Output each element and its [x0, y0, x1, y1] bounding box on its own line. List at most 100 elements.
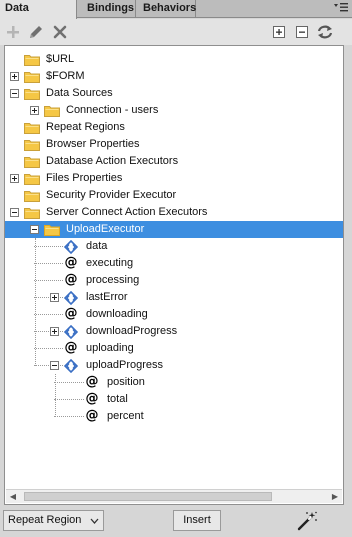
tree-item-label: position	[107, 376, 145, 388]
tree-item-label: Browser Properties	[46, 138, 140, 150]
property-icon: @	[64, 272, 78, 287]
collapse-icon[interactable]	[10, 208, 19, 217]
expand-icon[interactable]	[10, 174, 19, 183]
tree-item-label: total	[107, 393, 128, 405]
tab-behaviors[interactable]: Behaviors	[138, 0, 196, 18]
magic-wand-icon[interactable]	[296, 511, 318, 531]
collapse-all-icon[interactable]	[293, 23, 311, 41]
folder-icon	[24, 156, 40, 168]
tree-item-downloadprogress[interactable]: downloadProgress	[5, 323, 343, 340]
tree-item-database-action-executors[interactable]: Database Action Executors	[5, 153, 343, 170]
tree-item-label: Connection - users	[66, 104, 159, 116]
tree-item-form[interactable]: $FORM	[5, 68, 343, 85]
panel-tab-bar: Data Bindings Bindings Behaviors	[0, 0, 352, 31]
tree-connector	[35, 238, 36, 366]
insert-type-select[interactable]: Repeat Region	[3, 510, 104, 531]
bindings-tree[interactable]: $URL $FORM Data Sources Connection - users R…	[4, 45, 344, 505]
tree-item-server-connect-action-executors[interactable]: Server Connect Action Executors	[5, 204, 343, 221]
refresh-icon[interactable]	[316, 23, 334, 41]
tab-bindings[interactable]: Bindings	[82, 0, 136, 18]
folder-icon	[24, 71, 40, 83]
folder-icon	[24, 88, 40, 100]
tree-item-lasterror[interactable]: lastError	[5, 289, 343, 306]
object-icon	[63, 358, 79, 374]
folder-icon	[44, 105, 60, 117]
scrollbar-thumb[interactable]	[24, 492, 272, 501]
tree-item-label: executing	[86, 257, 134, 269]
collapse-icon[interactable]	[50, 361, 59, 370]
property-icon: @	[64, 340, 78, 355]
folder-icon	[24, 139, 40, 151]
object-icon	[63, 324, 79, 340]
object-icon	[63, 239, 79, 255]
tree-item-security-provider-executor[interactable]: Security Provider Executor	[5, 187, 343, 204]
tree-connector	[55, 374, 56, 417]
tree-item-uploadexecutor[interactable]: UploadExecutor	[5, 221, 343, 238]
tree-item-label: UploadExecutor	[66, 223, 145, 235]
property-icon: @	[85, 374, 99, 389]
tree-item-label: uploading	[86, 342, 134, 354]
tree-item-data-sources[interactable]: Data Sources	[5, 85, 343, 102]
scroll-right-icon[interactable]: ▶	[328, 490, 342, 504]
bottom-bar: Repeat Region Insert	[0, 507, 352, 536]
tree-item-uploading[interactable]: @ uploading	[5, 340, 343, 357]
tree-item-label: $URL	[46, 53, 75, 65]
folder-icon	[24, 190, 40, 202]
tree-item-label: downloading	[86, 308, 148, 320]
tree-item-label: Files Properties	[46, 172, 123, 184]
tree-connector	[54, 416, 84, 417]
x-icon[interactable]	[51, 23, 69, 41]
tree-item-browser-properties[interactable]: Browser Properties	[5, 136, 343, 153]
folder-icon	[24, 207, 40, 219]
tree-item-processing[interactable]: @ processing	[5, 272, 343, 289]
tree-item-label: Repeat Regions	[46, 121, 125, 133]
tree-item-label: Data Sources	[46, 87, 113, 99]
tree-item-label: $FORM	[46, 70, 85, 82]
collapse-icon[interactable]	[10, 89, 19, 98]
tree-item-label: Security Provider Executor	[46, 189, 177, 201]
chevron-down-icon	[90, 511, 99, 537]
tree-connector	[34, 280, 63, 281]
panel-menu-icon[interactable]	[333, 2, 349, 15]
plus-icon[interactable]	[4, 23, 22, 41]
property-icon: @	[64, 255, 78, 270]
property-icon: @	[85, 408, 99, 423]
expand-icon[interactable]	[30, 106, 39, 115]
folder-icon	[24, 122, 40, 134]
tree-connector	[34, 246, 63, 247]
insert-type-value: Repeat Region	[8, 514, 82, 526]
tree-item-url[interactable]: $URL	[5, 51, 343, 68]
folder-icon	[24, 173, 40, 185]
tree-item-connection-users[interactable]: Connection - users	[5, 102, 343, 119]
tree-connector	[34, 348, 63, 349]
toolbar	[0, 19, 352, 45]
tree-item-uploadprogress[interactable]: uploadProgress	[5, 357, 343, 374]
folder-icon	[44, 224, 60, 236]
tree-item-label: downloadProgress	[86, 325, 178, 337]
horizontal-scrollbar[interactable]: ◀ ▶	[6, 489, 342, 503]
tree-connector	[34, 263, 63, 264]
tree-connector	[54, 382, 84, 383]
collapse-icon[interactable]	[30, 225, 39, 234]
tree-item-label: Server Connect Action Executors	[46, 206, 208, 218]
tree-connector	[54, 399, 84, 400]
tree-item-label: data	[86, 240, 108, 252]
insert-button[interactable]: Insert	[173, 510, 221, 531]
tree-item-label: processing	[86, 274, 140, 286]
scroll-left-icon[interactable]: ◀	[6, 490, 20, 504]
expand-icon[interactable]	[10, 72, 19, 81]
tree-item-label: uploadProgress	[86, 359, 164, 371]
tree-item-label: lastError	[86, 291, 128, 303]
pencil-icon[interactable]	[27, 23, 45, 41]
tree-item-files-properties[interactable]: Files Properties	[5, 170, 343, 187]
tree-item-repeat-regions[interactable]: Repeat Regions	[5, 119, 343, 136]
expand-all-icon[interactable]	[270, 23, 288, 41]
tree-item-downloading[interactable]: @ downloading	[5, 306, 343, 323]
expand-icon[interactable]	[50, 293, 59, 302]
tree-item-executing[interactable]: @ executing	[5, 255, 343, 272]
tree-item-data[interactable]: data	[5, 238, 343, 255]
tab-data-bindings[interactable]: Data Bindings	[0, 0, 77, 31]
folder-icon	[24, 54, 40, 66]
expand-icon[interactable]	[50, 327, 59, 336]
property-icon: @	[64, 306, 78, 321]
